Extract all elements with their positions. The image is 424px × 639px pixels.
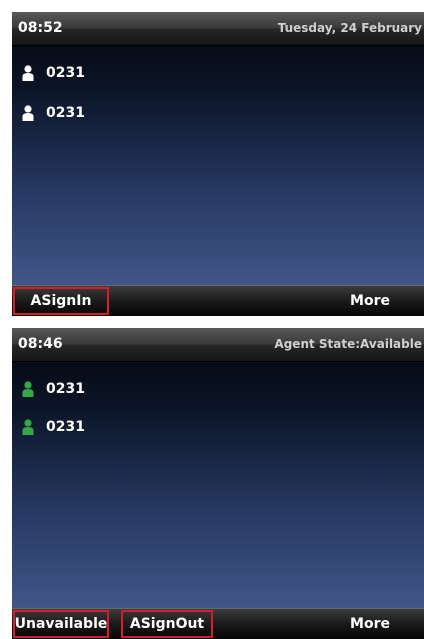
person-icon <box>22 419 34 435</box>
status-bar: 08:46 Agent State:Available <box>12 328 424 362</box>
phone-screen-signed-in: 08:46 Agent State:Available 0231 0231 Un… <box>12 328 424 639</box>
line-label: 0231 <box>46 381 85 397</box>
more-softkey[interactable]: More <box>330 286 410 316</box>
clock: 08:46 <box>18 336 63 352</box>
status-bar: 08:52 Tuesday, 24 February <box>12 12 424 46</box>
person-icon <box>22 105 34 121</box>
date-label: Tuesday, 24 February <box>277 21 422 35</box>
line-key-1[interactable]: 0231 <box>22 378 85 400</box>
person-icon <box>22 65 34 81</box>
asignin-softkey[interactable]: ASignIn <box>13 287 109 315</box>
line-label: 0231 <box>46 419 85 435</box>
phone-screen-signed-out: 08:52 Tuesday, 24 February 0231 0231 ASi… <box>12 12 424 316</box>
person-icon <box>22 381 34 397</box>
line-label: 0231 <box>46 105 85 121</box>
line-key-2[interactable]: 0231 <box>22 102 85 124</box>
agent-state-label: Agent State:Available <box>274 337 422 351</box>
line-key-2[interactable]: 0231 <box>22 416 85 438</box>
softkey-bar: ASignIn More <box>12 285 424 316</box>
more-softkey[interactable]: More <box>330 609 410 639</box>
line-label: 0231 <box>46 65 85 81</box>
clock: 08:52 <box>18 20 63 36</box>
asignout-softkey[interactable]: ASignOut <box>121 610 213 638</box>
softkey-bar: Unavailable ASignOut More <box>12 608 424 639</box>
unavailable-softkey[interactable]: Unavailable <box>13 610 109 638</box>
line-key-1[interactable]: 0231 <box>22 62 85 84</box>
